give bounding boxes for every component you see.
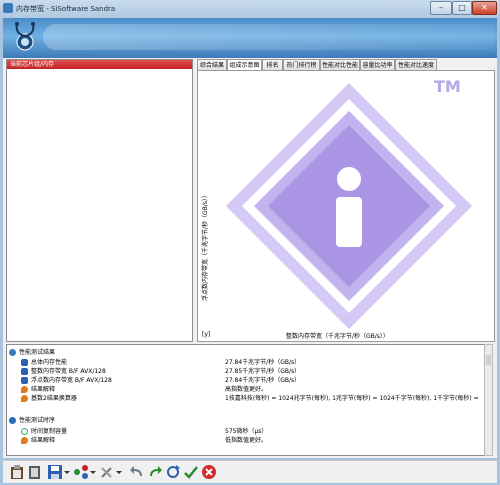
scrollbar-thumb[interactable]	[486, 355, 491, 365]
window-frame: 内存带宽 - SiSoftware Sandra – □ ✕ 当前芯片组/内存 …	[0, 0, 500, 485]
checkmark-icon[interactable]	[183, 464, 199, 480]
forward-arrow-icon[interactable]	[147, 464, 163, 480]
tools-icon[interactable]	[99, 464, 115, 480]
window-title: 内存带宽 - SiSoftware Sandra	[16, 5, 116, 13]
maximize-button[interactable]: □	[452, 1, 472, 15]
bottom-toolbar	[3, 460, 497, 483]
list-item[interactable]: 总体内存性能 27.84千兆字节/秒（GB/s）	[21, 358, 481, 367]
trademark-label: TM	[434, 77, 461, 96]
info-watermark-icon	[226, 83, 472, 329]
tab-top-list[interactable]: 热门排行榜	[283, 59, 320, 70]
tab-rank[interactable]: 排名	[262, 59, 283, 70]
save-icon[interactable]	[47, 464, 63, 480]
list-item[interactable]: 浮点数内存带宽 B/F AVX/128 27.84千兆字节/秒（GB/s）	[21, 376, 481, 385]
minimize-button[interactable]: –	[430, 1, 452, 15]
back-arrow-icon[interactable]	[129, 464, 145, 480]
refresh-icon[interactable]	[165, 464, 181, 480]
y-axis-label: 浮点数内存带宽（千兆字节/秒（GB/s））	[202, 192, 209, 301]
tree-options-icon[interactable]	[73, 464, 89, 480]
tab-perf-compare[interactable]: 性能对比性能	[320, 59, 360, 70]
x-axis-label: 整数内存带宽（千兆字节/秒（GB/s））	[286, 333, 389, 340]
list-item[interactable]: 整数内存带宽 B/F AVX/128 27.85千兆字节/秒（GB/s）	[21, 367, 481, 376]
pin-icon	[21, 386, 28, 393]
chevron-down-icon[interactable]	[115, 464, 123, 480]
chevron-down-icon[interactable]	[63, 464, 71, 480]
close-button[interactable]: ✕	[472, 1, 497, 15]
memory-icon	[21, 377, 28, 384]
cancel-icon[interactable]	[201, 464, 217, 480]
device-list-panel[interactable]: 当前芯片组/内存	[6, 59, 193, 342]
globe-icon	[9, 417, 16, 424]
y-corner-label: [y]	[202, 331, 211, 338]
clipboard-icon[interactable]	[9, 464, 25, 480]
tab-perf-speed[interactable]: 性能对比速度	[395, 59, 437, 70]
stethoscope-logo-icon	[15, 22, 35, 51]
chart-panel: 综合结果 组成示意图 排名 热门排行榜 性能对比性能 容量比功率 性能对比速度 …	[197, 59, 495, 342]
title-bar: 内存带宽 - SiSoftware Sandra – □ ✕	[0, 0, 500, 18]
results-list[interactable]: 性能测试结果 总体内存性能 27.84千兆字节/秒（GB/s） 整数内存带宽 B…	[6, 344, 490, 456]
pin-icon	[21, 395, 28, 402]
list-item[interactable]: 结果解释 低指数值更好。	[21, 436, 481, 445]
results-scrollbar[interactable]	[484, 344, 493, 456]
memory-icon	[21, 368, 28, 375]
chevron-down-icon[interactable]	[89, 464, 97, 480]
chart-area: TM 浮点数内存带宽（千兆字节/秒（GB/s）） [y] 整数内存带宽（千兆字节…	[197, 70, 495, 342]
report-icon[interactable]	[27, 464, 43, 480]
tab-capacity-power[interactable]: 容量比功率	[360, 59, 395, 70]
app-icon	[3, 3, 13, 13]
tab-overall[interactable]: 综合结果	[197, 59, 227, 70]
app-header	[3, 18, 497, 58]
memory-icon	[21, 359, 28, 366]
list-item[interactable]: 结果解释 高指数值更好。	[21, 385, 481, 394]
pin-icon	[21, 437, 28, 444]
header-swoosh	[43, 24, 493, 50]
list-item[interactable]: 基数2结果换算器 1技嘉科技(每秒) = 1024兆字节(每秒), 1兆字节(每…	[21, 394, 481, 403]
device-list-header: 当前芯片组/内存	[7, 60, 192, 69]
clock-icon	[21, 428, 28, 435]
list-item[interactable]: 时间复制容量 575微秒（µs）	[21, 427, 481, 436]
section-icon	[9, 349, 16, 356]
